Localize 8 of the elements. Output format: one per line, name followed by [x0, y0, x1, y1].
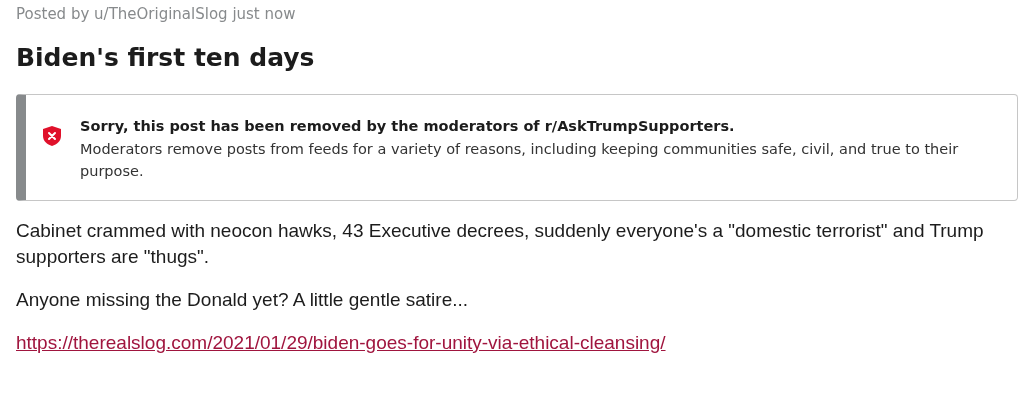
post-byline: Posted by u/TheOriginalSlog just now: [16, 4, 297, 24]
notice-heading: Sorry, this post has been removed by the moderators of r/AskTrumpSupporters.: [80, 117, 736, 136]
shield-close-icon: [42, 125, 62, 147]
post-paragraph: Anyone missing the Donald yet? A little gentle satire...: [16, 288, 470, 312]
post-paragraph: Cabinet crammed with neocon hawks, 43 Executive decrees, suddenly everyone's a "domestic terrorist" and Trump supporters are "thugs".: [16, 219, 985, 269]
post-title: Biden's first ten days: [16, 42, 316, 74]
notice-message: Moderators remove posts from feeds for a variety of reasons, including keeping communities safe, civil, and true to their purpose.: [80, 140, 960, 181]
post-link[interactable]: https://therealslog.com/2021/01/29/biden-goes-for-unity-via-ethical-cleansing/: [16, 332, 666, 353]
